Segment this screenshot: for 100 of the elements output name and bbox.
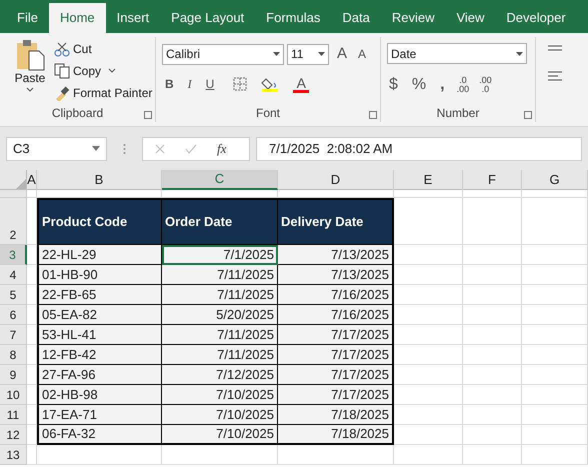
fill-color-icon[interactable] — [261, 76, 280, 92]
column-header[interactable]: C — [162, 170, 278, 190]
copy-icon[interactable] — [54, 63, 70, 79]
table-cell[interactable]: 7/1/2025 — [162, 245, 278, 265]
empty-cell[interactable] — [463, 365, 522, 385]
dropdown-icon[interactable] — [516, 52, 523, 56]
empty-cell[interactable] — [522, 425, 588, 445]
grow-font-button[interactable]: A — [332, 43, 352, 66]
currency-button[interactable]: $ — [387, 73, 400, 97]
empty-cell[interactable] — [522, 198, 588, 245]
table-cell[interactable]: 02-HB-98 — [37, 385, 162, 405]
empty-cell[interactable] — [522, 365, 588, 385]
column-header[interactable]: F — [463, 170, 522, 190]
caret-icon[interactable] — [26, 87, 34, 93]
row-header[interactable]: 12 — [0, 425, 27, 445]
empty-cell[interactable] — [162, 445, 278, 465]
table-cell[interactable]: 7/18/2025 — [278, 405, 394, 425]
table-cell[interactable]: 7/13/2025 — [278, 245, 394, 265]
ribbon-tab[interactable]: Review — [380, 3, 446, 33]
empty-cell[interactable] — [394, 190, 463, 198]
check-icon[interactable] — [185, 144, 197, 154]
table-cell[interactable]: 7/11/2025 — [162, 285, 278, 305]
empty-cell[interactable] — [463, 325, 522, 345]
table-cell[interactable]: 7/16/2025 — [278, 305, 394, 325]
table-cell[interactable]: 12-FB-42 — [37, 345, 162, 365]
empty-cell[interactable] — [522, 245, 588, 265]
column-header[interactable]: B — [37, 170, 162, 190]
row-header[interactable]: 5 — [0, 285, 27, 305]
bold-button[interactable]: B — [162, 75, 177, 93]
scissors-icon[interactable] — [54, 41, 70, 57]
column-header[interactable]: A — [27, 170, 37, 190]
table-cell[interactable]: 7/12/2025 — [162, 365, 278, 385]
table-cell[interactable]: 7/10/2025 — [162, 405, 278, 425]
comma-button[interactable]: , — [438, 73, 447, 97]
empty-cell[interactable] — [463, 198, 522, 245]
row-header[interactable]: 6 — [0, 305, 27, 325]
column-header[interactable]: G — [522, 170, 588, 190]
clipboard-icon[interactable] — [15, 39, 45, 71]
row-header[interactable]: 11 — [0, 405, 27, 425]
insert-function-button[interactable]: fx — [217, 138, 226, 158]
row-header[interactable]: 13 — [0, 445, 27, 465]
empty-cell[interactable] — [463, 305, 522, 325]
empty-cell[interactable] — [463, 190, 522, 198]
row-header[interactable]: 10 — [0, 385, 27, 405]
number-format-field[interactable]: Date — [387, 43, 527, 64]
align-top-icon[interactable] — [548, 45, 562, 51]
empty-cell[interactable] — [463, 285, 522, 305]
shrink-font-button[interactable]: A — [355, 45, 370, 64]
table-cell[interactable]: 7/10/2025 — [162, 385, 278, 405]
empty-cell[interactable] — [522, 305, 588, 325]
underline-button[interactable]: U — [202, 75, 218, 93]
dropdown-icon[interactable] — [92, 146, 100, 151]
table-cell[interactable]: 7/17/2025 — [278, 325, 394, 345]
ribbon-tab[interactable]: Data — [331, 3, 381, 33]
table-cell[interactable]: 05-EA-82 — [37, 305, 162, 325]
empty-cell[interactable] — [522, 405, 588, 425]
table-cell[interactable]: 7/11/2025 — [162, 265, 278, 285]
table-cell[interactable]: 7/10/2025 — [162, 425, 278, 445]
ribbon-tab[interactable]: File — [6, 3, 49, 33]
table-cell[interactable]: 06-FA-32 — [37, 425, 162, 445]
copy-button[interactable]: Copy — [54, 61, 116, 81]
empty-cell[interactable] — [463, 345, 522, 365]
row-header[interactable]: 2 — [0, 198, 27, 245]
table-cell[interactable]: 22-FB-65 — [37, 285, 162, 305]
ribbon-tab[interactable]: View — [445, 3, 496, 33]
empty-cell[interactable] — [463, 245, 522, 265]
empty-cell[interactable] — [394, 445, 463, 465]
table-cell[interactable]: 17-EA-71 — [37, 405, 162, 425]
increase-decimal-button[interactable]: .0 .00 — [456, 76, 470, 94]
table-cell[interactable]: 7/11/2025 — [162, 325, 278, 345]
table-cell[interactable]: 22-HL-29 — [37, 245, 162, 265]
empty-cell[interactable] — [522, 345, 588, 365]
empty-cell[interactable] — [522, 325, 588, 345]
formula-field[interactable]: 7/1/2025 2:08:02 AM — [256, 136, 582, 160]
table-cell[interactable]: 01-HB-90 — [37, 265, 162, 285]
empty-cell[interactable] — [463, 445, 522, 465]
table-cell[interactable]: 7/18/2025 — [278, 425, 394, 445]
borders-icon[interactable] — [233, 77, 248, 91]
dropdown-icon[interactable] — [318, 52, 325, 56]
empty-cell[interactable] — [27, 445, 37, 465]
dialog-launcher-icon[interactable] — [144, 111, 152, 119]
table-cell[interactable]: 7/16/2025 — [278, 285, 394, 305]
table-cell[interactable]: 53-HL-41 — [37, 325, 162, 345]
ribbon-tab[interactable]: Developer — [495, 3, 577, 33]
row-header[interactable]: 3 — [0, 245, 27, 265]
row-header[interactable] — [0, 190, 27, 198]
percent-button[interactable]: % — [410, 73, 428, 97]
dropdown-icon[interactable] — [273, 52, 280, 56]
row-header[interactable]: 7 — [0, 325, 27, 345]
font-name-field[interactable]: Calibri — [162, 44, 284, 65]
empty-cell[interactable] — [463, 425, 522, 445]
table-cell[interactable]: 7/17/2025 — [278, 345, 394, 365]
empty-cell[interactable] — [37, 445, 162, 465]
italic-button[interactable]: I — [184, 75, 195, 93]
empty-cell[interactable] — [463, 385, 522, 405]
grip-icon[interactable] — [123, 142, 126, 154]
dialog-launcher-icon[interactable] — [369, 111, 377, 119]
decrease-decimal-button[interactable]: .00 .0 — [479, 76, 492, 94]
format-painter-button[interactable]: Format Painter — [54, 83, 152, 103]
column-header[interactable]: E — [394, 170, 463, 190]
